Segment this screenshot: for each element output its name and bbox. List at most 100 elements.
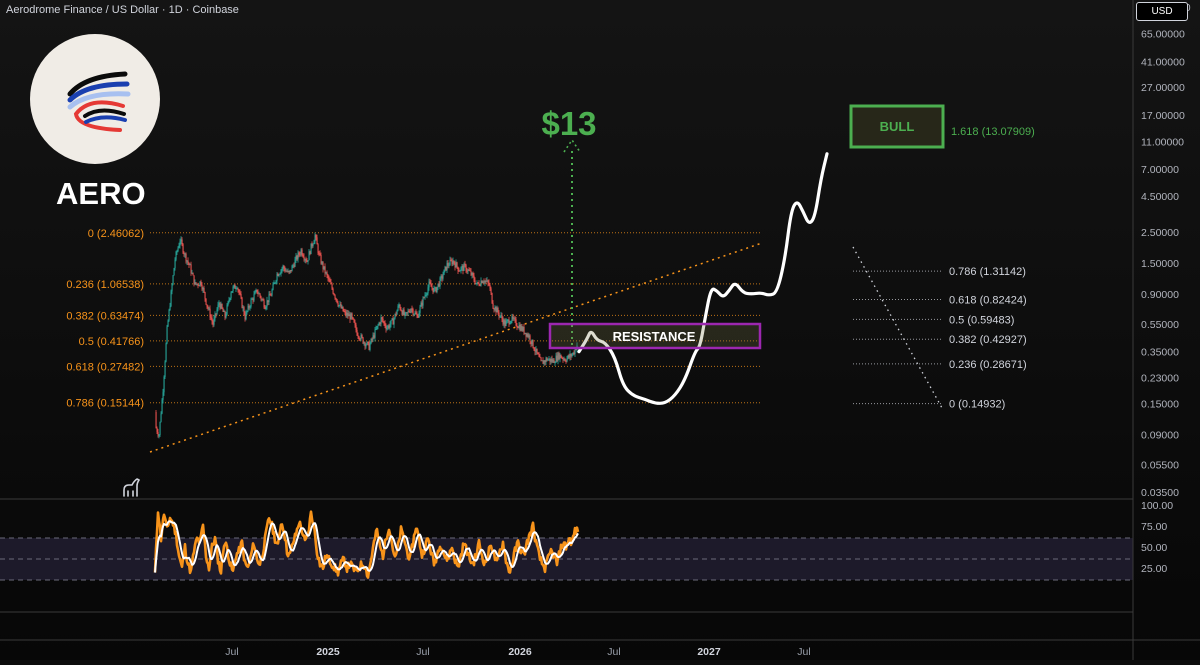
price-tick-17: 0.03500 bbox=[1141, 487, 1179, 499]
symbol-header[interactable]: Aerodrome Finance / US Dollar · 1D · Coi… bbox=[6, 4, 239, 16]
candle-body bbox=[160, 413, 162, 422]
candle-body bbox=[442, 274, 444, 279]
candle-body bbox=[400, 309, 402, 311]
candle-body bbox=[316, 237, 318, 245]
candle-body bbox=[236, 288, 238, 290]
candle-body bbox=[470, 270, 472, 275]
candle-body bbox=[331, 283, 333, 289]
candle-body bbox=[570, 353, 572, 357]
candle-body bbox=[405, 312, 407, 314]
candle-body bbox=[245, 312, 247, 320]
candle-body bbox=[447, 263, 449, 266]
candle-body bbox=[366, 341, 368, 345]
candle-body bbox=[510, 320, 512, 324]
candle-body bbox=[312, 244, 314, 247]
candle-body bbox=[214, 313, 216, 319]
candle-body bbox=[261, 299, 263, 301]
candle-body bbox=[504, 320, 506, 326]
candle-body bbox=[302, 255, 304, 257]
price-tick-5: 11.00000 bbox=[1141, 137, 1184, 149]
candle-body bbox=[401, 310, 403, 315]
candle-body bbox=[255, 289, 257, 292]
candle-body bbox=[335, 298, 337, 300]
currency-button[interactable]: USD bbox=[1136, 2, 1188, 21]
candle-body bbox=[535, 348, 537, 352]
candle-body bbox=[196, 283, 198, 285]
candle-body bbox=[252, 298, 254, 301]
candle-body bbox=[548, 358, 550, 360]
candle-body bbox=[210, 317, 212, 319]
candle-body bbox=[495, 306, 497, 313]
candle-body bbox=[415, 312, 417, 315]
candle-body bbox=[209, 308, 211, 318]
candle-body bbox=[161, 399, 163, 414]
candle-body bbox=[291, 265, 293, 272]
candle-body bbox=[278, 274, 280, 277]
candle-body bbox=[411, 308, 413, 310]
candle-body bbox=[574, 349, 576, 354]
candle-body bbox=[381, 317, 383, 319]
token-name: AERO bbox=[56, 176, 146, 211]
candle-body bbox=[201, 284, 203, 290]
candle-body bbox=[186, 260, 188, 262]
candle-body bbox=[273, 282, 275, 285]
price-tick-9: 1.50000 bbox=[1141, 258, 1179, 270]
fib-left-label-5: 0.786 (0.15144) bbox=[66, 398, 144, 410]
candle-body bbox=[168, 310, 170, 321]
candle-body bbox=[346, 313, 348, 316]
candle-body bbox=[418, 312, 420, 318]
candle-body bbox=[180, 239, 182, 242]
time-tick-1: 2025 bbox=[316, 646, 340, 658]
candle-body bbox=[173, 268, 175, 276]
candle-body bbox=[410, 308, 412, 313]
candle-body bbox=[242, 307, 244, 308]
candle-body bbox=[317, 244, 319, 254]
candle-body bbox=[512, 316, 514, 319]
candle-body bbox=[215, 313, 217, 315]
resistance-label: RESISTANCE bbox=[613, 329, 696, 344]
candle-body bbox=[329, 279, 331, 283]
candle-body bbox=[303, 256, 305, 260]
chart-svg[interactable]: 0 (2.46062) 0.236 (1.06538) 0.382 (0.63474… bbox=[0, 0, 1200, 660]
candle-body bbox=[537, 352, 539, 355]
candle-body bbox=[444, 266, 446, 270]
candle-body bbox=[225, 314, 227, 318]
candle-body bbox=[406, 312, 408, 314]
price-tick-11: 0.55000 bbox=[1141, 319, 1179, 331]
candle-body bbox=[426, 293, 428, 295]
candle-body bbox=[165, 343, 167, 362]
candle-body bbox=[534, 350, 536, 352]
candle-body bbox=[166, 326, 168, 344]
candle-body bbox=[284, 268, 286, 272]
candle-body bbox=[565, 361, 567, 362]
candle-body bbox=[231, 291, 233, 293]
candle-body bbox=[550, 359, 552, 362]
candle-body bbox=[552, 359, 554, 362]
candle-body bbox=[314, 235, 316, 242]
candle-body bbox=[509, 323, 511, 325]
candle-body bbox=[389, 324, 391, 328]
candle-body bbox=[533, 347, 535, 351]
candle-body bbox=[164, 361, 166, 377]
candle-body bbox=[202, 287, 204, 290]
candle-body bbox=[207, 306, 209, 309]
candle-body bbox=[187, 260, 189, 263]
candle-body bbox=[519, 325, 521, 331]
candle-body bbox=[216, 309, 218, 314]
candle-body bbox=[264, 307, 266, 309]
candle-body bbox=[417, 315, 419, 318]
candle-body bbox=[155, 412, 157, 429]
candle-body bbox=[436, 286, 438, 293]
candle-body bbox=[441, 276, 443, 279]
candle-body bbox=[174, 259, 176, 269]
candle-body bbox=[295, 255, 297, 260]
candle-body bbox=[226, 305, 228, 315]
candle-body bbox=[387, 325, 389, 329]
candle-body bbox=[365, 344, 367, 347]
candle-body bbox=[451, 260, 453, 265]
candle-body bbox=[397, 305, 399, 311]
candle-body bbox=[362, 337, 364, 344]
candle-body bbox=[364, 342, 366, 347]
candle-body bbox=[363, 342, 365, 344]
aerodrome-logo-mark bbox=[67, 71, 131, 132]
